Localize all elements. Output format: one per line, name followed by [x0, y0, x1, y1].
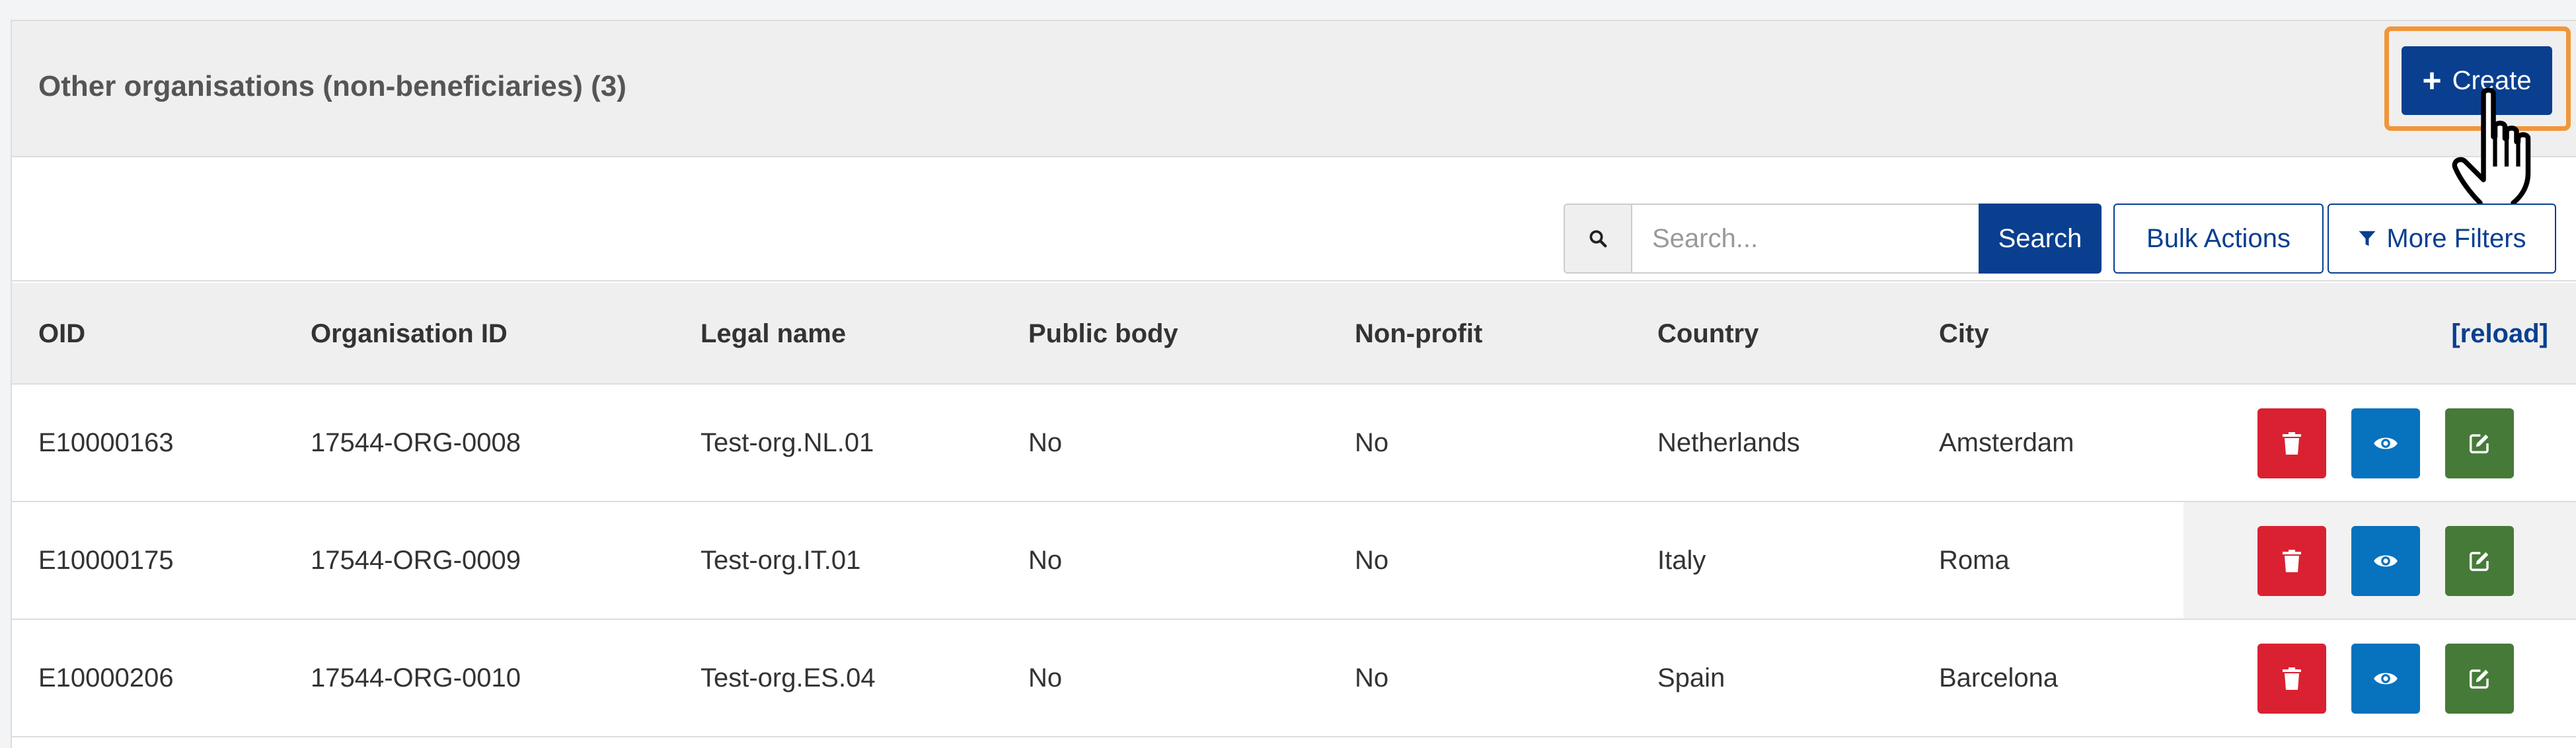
cell-country: Spain: [1657, 663, 1725, 692]
column-header-non-profit[interactable]: Non-profit: [1355, 283, 1482, 385]
eye-icon: [2374, 673, 2398, 685]
cell-country: Italy: [1657, 545, 1706, 575]
view-button[interactable]: [2351, 526, 2420, 596]
more-filters-button[interactable]: More Filters: [2328, 204, 2556, 274]
delete-button[interactable]: [2257, 526, 2326, 596]
column-header-public-body[interactable]: Public body: [1028, 283, 1178, 385]
table-row: E10000206 17544-ORG-0010 Test-org.ES.04 …: [12, 620, 2576, 737]
edit-button[interactable]: [2445, 408, 2514, 478]
cell-public-body: No: [1028, 428, 1063, 457]
cell-city: Barcelona: [1939, 663, 2059, 692]
organisations-panel: Other organisations (non-beneficiaries) …: [11, 20, 2576, 748]
column-header-legal-name[interactable]: Legal name: [701, 283, 846, 385]
eye-icon: [2374, 437, 2398, 449]
table-row: E10000163 17544-ORG-0008 Test-org.NL.01 …: [12, 385, 2576, 502]
cell-non-profit: No: [1355, 545, 1389, 575]
search-icon: [1589, 230, 1607, 248]
edit-icon: [2469, 552, 2489, 572]
edit-icon: [2469, 669, 2489, 689]
plus-icon: +: [2422, 62, 2442, 99]
view-button[interactable]: [2351, 644, 2420, 714]
search-group: Search: [1564, 204, 2102, 274]
create-button[interactable]: + Create: [2402, 46, 2552, 115]
organisations-table: OID Organisation ID Legal name Public bo…: [12, 283, 2576, 737]
panel-title: Other organisations (non-beneficiaries) …: [38, 70, 626, 102]
column-header-organisation-id[interactable]: Organisation ID: [311, 283, 508, 385]
cell-legal-name: Test-org.NL.01: [701, 428, 874, 457]
cell-organisation-id: 17544-ORG-0010: [311, 663, 521, 692]
trash-icon: [2283, 432, 2301, 455]
bulk-actions-label: Bulk Actions: [2146, 223, 2291, 253]
row-actions: [2183, 385, 2576, 501]
view-button[interactable]: [2351, 408, 2420, 478]
filter-icon: [2359, 231, 2376, 246]
cell-legal-name: Test-org.IT.01: [701, 545, 861, 575]
table-toolbar: Search Bulk Actions More Filters: [12, 159, 2576, 281]
column-header-country[interactable]: Country: [1657, 283, 1759, 385]
edit-button[interactable]: [2445, 644, 2514, 714]
cell-non-profit: No: [1355, 663, 1389, 692]
search-button[interactable]: Search: [1979, 204, 2102, 274]
cell-oid: E10000206: [38, 663, 174, 692]
cell-country: Netherlands: [1657, 428, 1800, 457]
cell-organisation-id: 17544-ORG-0009: [311, 545, 521, 575]
trash-icon: [2283, 550, 2301, 572]
cell-legal-name: Test-org.ES.04: [701, 663, 876, 692]
panel-header: Other organisations (non-beneficiaries) …: [12, 21, 2576, 215]
cell-public-body: No: [1028, 663, 1063, 692]
cell-oid: E10000175: [38, 545, 174, 575]
cell-oid: E10000163: [38, 428, 174, 457]
cell-non-profit: No: [1355, 428, 1389, 457]
bulk-actions-button[interactable]: Bulk Actions: [2113, 204, 2324, 274]
row-actions: [2183, 502, 2576, 618]
create-button-label: Create: [2452, 65, 2532, 95]
cell-public-body: No: [1028, 545, 1063, 575]
delete-button[interactable]: [2257, 408, 2326, 478]
search-addon: [1564, 204, 1632, 274]
delete-button[interactable]: [2257, 644, 2326, 714]
table-row: E10000175 17544-ORG-0009 Test-org.IT.01 …: [12, 502, 2576, 620]
more-filters-label: More Filters: [2386, 223, 2526, 253]
eye-icon: [2374, 555, 2398, 567]
column-header-oid[interactable]: OID: [38, 283, 85, 385]
edit-icon: [2469, 434, 2489, 454]
reload-link[interactable]: [reload]: [2451, 283, 2548, 385]
search-button-label: Search: [1998, 223, 2082, 253]
cell-city: Amsterdam: [1939, 428, 2074, 457]
cell-organisation-id: 17544-ORG-0008: [311, 428, 521, 457]
row-actions: [2183, 620, 2576, 736]
edit-button[interactable]: [2445, 526, 2514, 596]
cell-city: Roma: [1939, 545, 2010, 575]
trash-icon: [2283, 667, 2301, 690]
column-header-city[interactable]: City: [1939, 283, 1989, 385]
search-input[interactable]: [1632, 204, 1979, 274]
table-header: OID Organisation ID Legal name Public bo…: [12, 283, 2576, 385]
